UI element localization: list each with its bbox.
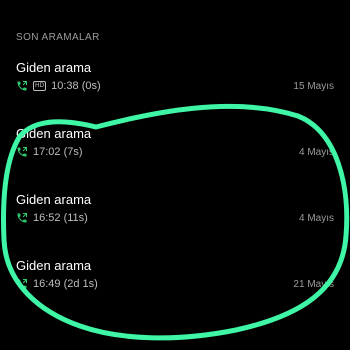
call-date: 4 Mayıs — [298, 147, 334, 158]
call-time: 17:02 (7s) — [33, 146, 83, 158]
call-date: 21 Mayıs — [293, 279, 334, 290]
call-log-item[interactable]: Giden arama 17:02 (7s) 4 Mayıs — [0, 126, 350, 182]
call-type: Giden arama — [16, 192, 92, 207]
call-type: Giden arama — [16, 258, 92, 273]
call-meta: HD 10:38 (0s) — [16, 78, 101, 94]
recent-calls-screen: SON ARAMALAR Giden arama HD 10:38 (0s) 1… — [0, 0, 350, 350]
call-time: 16:49 (2d 1s) — [33, 278, 98, 290]
hd-badge: HD — [33, 81, 47, 91]
section-title: SON ARAMALAR — [16, 32, 100, 43]
call-meta: 16:49 (2d 1s) — [16, 276, 98, 292]
call-log-item[interactable]: Giden arama HD 10:38 (0s) 15 Mayıs — [0, 60, 350, 116]
outgoing-call-icon — [17, 213, 27, 223]
call-type: Giden arama — [16, 60, 92, 75]
call-time: 10:38 (0s) — [51, 80, 101, 92]
call-meta: 17:02 (7s) — [16, 144, 83, 160]
outgoing-call-icon — [17, 279, 27, 289]
call-type: Giden arama — [16, 126, 92, 141]
outgoing-call-icon — [17, 81, 27, 91]
call-time: 16:52 (11s) — [33, 212, 88, 224]
outgoing-call-icon — [17, 147, 27, 157]
call-log-item[interactable]: Giden arama 16:49 (2d 1s) 21 Mayıs — [0, 258, 350, 314]
call-log-item[interactable]: Giden arama 16:52 (11s) 4 Mayıs — [0, 192, 350, 248]
call-date: 15 Mayıs — [293, 81, 334, 92]
call-meta: 16:52 (11s) — [16, 210, 88, 226]
call-date: 4 Mayıs — [298, 213, 334, 224]
